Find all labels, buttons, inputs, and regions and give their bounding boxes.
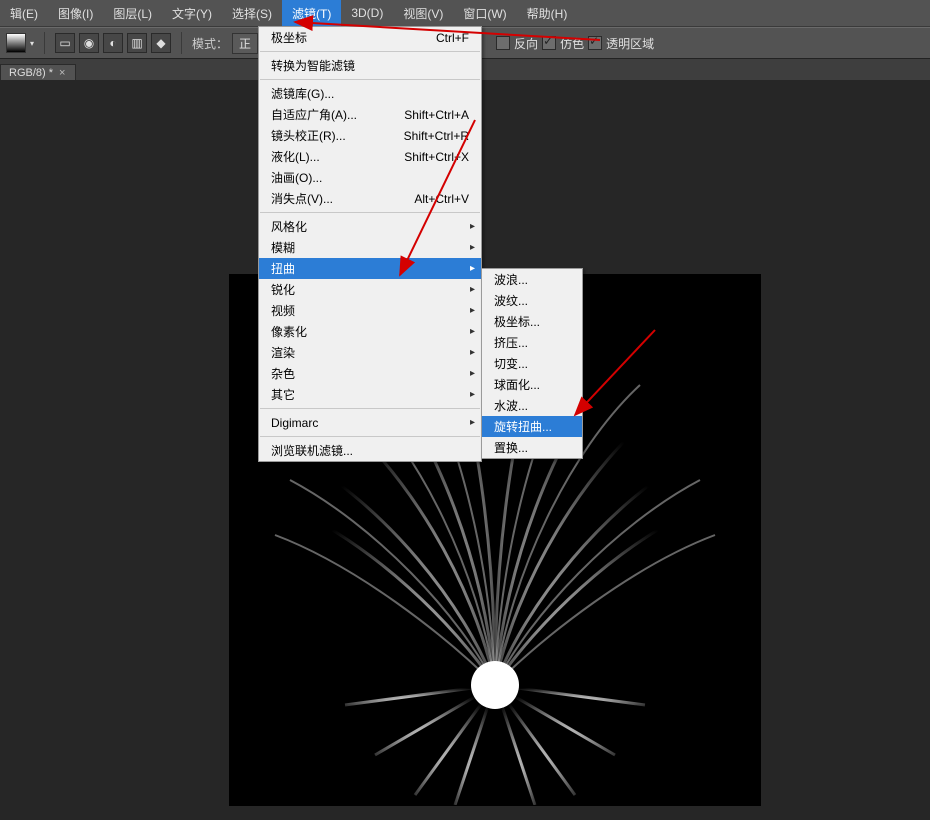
distort-submenu: 波浪...波纹...极坐标...挤压...切变...球面化...水波...旋转扭… [481,268,583,459]
filter-menu-item[interactable]: 其它 [259,384,481,405]
filter-menu-item[interactable]: 视频 [259,300,481,321]
distort-menu-item[interactable]: 波纹... [482,290,582,311]
divider [44,32,45,54]
menu-filter[interactable]: 滤镜(T) [282,0,341,26]
distort-menu-item[interactable]: 旋转扭曲... [482,416,582,437]
reverse-checkbox[interactable]: 反向 [496,35,538,52]
filter-menu-item[interactable]: 渲染 [259,342,481,363]
distort-menu-item[interactable]: 极坐标... [482,311,582,332]
transparent-checkbox[interactable]: 透明区域 [588,35,654,52]
filter-menu-item[interactable]: 风格化 [259,216,481,237]
filter-menu-item[interactable]: 锐化 [259,279,481,300]
close-icon[interactable]: × [59,67,65,79]
gradient-linear-icon[interactable]: ▭ [55,33,75,53]
dither-checkbox[interactable]: 仿色 [542,35,584,52]
menu-bar: 辑(E) 图像(I) 图层(L) 文字(Y) 选择(S) 滤镜(T) 3D(D)… [0,0,930,27]
menu-image[interactable]: 图像(I) [48,0,103,26]
gradient-angle-icon[interactable]: ◐ [103,33,123,53]
menu-window[interactable]: 窗口(W) [453,0,516,26]
filter-menu-item[interactable]: 滤镜库(G)... [259,83,481,104]
distort-menu-item[interactable]: 波浪... [482,269,582,290]
filter-menu-item[interactable]: 像素化 [259,321,481,342]
gradient-diamond-icon[interactable]: ◆ [151,33,171,53]
filter-menu-dropdown: 极坐标Ctrl+F 转换为智能滤镜滤镜库(G)...自适应广角(A)...Shif… [258,26,482,462]
filter-menu-item[interactable]: 模糊 [259,237,481,258]
menu-help[interactable]: 帮助(H) [517,0,578,26]
menu-edit[interactable]: 辑(E) [0,0,48,26]
menu-type[interactable]: 文字(Y) [162,0,222,26]
menu-select[interactable]: 选择(S) [222,0,282,26]
mode-select[interactable]: 正 [232,33,258,54]
document-tab[interactable]: RGB/8) * × [0,64,76,81]
gradient-radial-icon[interactable]: ◉ [79,33,99,53]
filter-menu-item[interactable]: 扭曲 [259,258,481,279]
filter-menu-item[interactable]: 极坐标Ctrl+F [259,27,481,48]
filter-menu-item[interactable]: 杂色 [259,363,481,384]
filter-menu-item[interactable]: 转换为智能滤镜 [259,55,481,76]
distort-menu-item[interactable]: 切变... [482,353,582,374]
mode-label: 模式： [192,35,228,52]
distort-menu-item[interactable]: 挤压... [482,332,582,353]
menu-layer[interactable]: 图层(L) [103,0,162,26]
tab-title: RGB/8) * [9,67,53,79]
distort-menu-item[interactable]: 球面化... [482,374,582,395]
gradient-dropdown-icon[interactable]: ▾ [30,39,34,48]
menu-view[interactable]: 视图(V) [393,0,453,26]
filter-menu-item[interactable]: 液化(L)...Shift+Ctrl+X [259,146,481,167]
filter-menu-item[interactable]: 镜头校正(R)...Shift+Ctrl+R [259,125,481,146]
filter-menu-item[interactable]: 消失点(V)...Alt+Ctrl+V [259,188,481,209]
divider [181,32,182,54]
filter-menu-item[interactable]: 浏览联机滤镜... [259,440,481,461]
distort-menu-item[interactable]: 置换... [482,437,582,458]
gradient-reflected-icon[interactable]: ▥ [127,33,147,53]
filter-menu-item[interactable]: 自适应广角(A)...Shift+Ctrl+A [259,104,481,125]
filter-menu-item[interactable]: 油画(O)... [259,167,481,188]
menu-3d[interactable]: 3D(D) [341,0,393,26]
gradient-swatch[interactable] [6,33,26,53]
distort-menu-item[interactable]: 水波... [482,395,582,416]
filter-menu-item[interactable]: Digimarc [259,412,481,433]
